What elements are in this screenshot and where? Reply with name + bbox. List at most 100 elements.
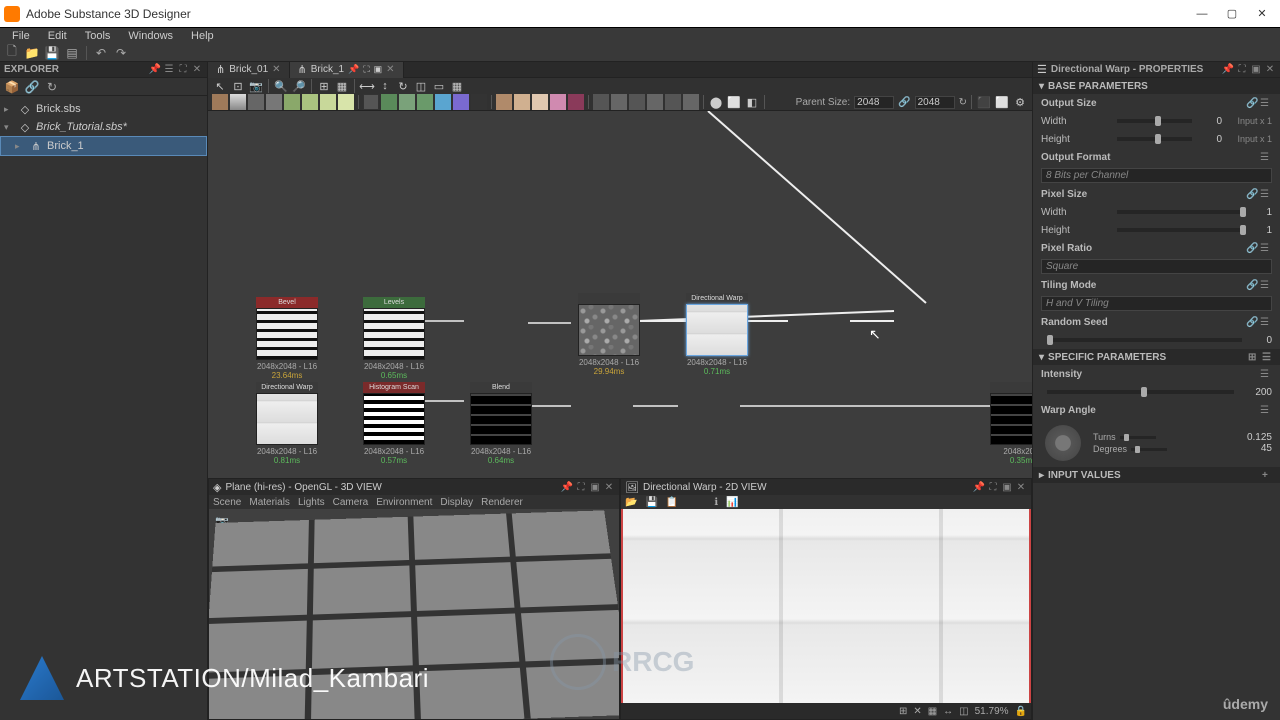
ps-height-value[interactable]: 1 [1248, 225, 1272, 236]
swatch-height-icon[interactable] [302, 94, 318, 110]
maximize-button[interactable]: ▢ [1218, 4, 1246, 24]
tree-item-tutorial-sbs[interactable]: ▾ ◇ Brick_Tutorial.sbs* [0, 118, 207, 136]
pixel-ratio-dropdown[interactable]: Square [1041, 259, 1272, 274]
menu-icon[interactable]: ☰ [1260, 188, 1272, 200]
turns-slider[interactable] [1120, 436, 1156, 439]
refresh-icon[interactable]: ↻ [44, 79, 60, 95]
width-value[interactable]: 0 [1198, 116, 1222, 127]
swatch-metallic-icon[interactable] [248, 94, 264, 110]
menu-materials[interactable]: Materials [249, 497, 290, 508]
menu-icon[interactable]: ☰ [1260, 404, 1272, 416]
swatch-grey6-icon[interactable] [683, 94, 699, 110]
menu-icon[interactable]: ☰ [1260, 97, 1272, 109]
ps-height-slider[interactable] [1117, 228, 1242, 232]
crop-icon[interactable]: ◫ [413, 78, 429, 94]
highlight-icon[interactable]: ▦ [449, 78, 465, 94]
swatch-node1-icon[interactable] [363, 94, 379, 110]
swatch-grey5-icon[interactable] [665, 94, 681, 110]
newwin-icon[interactable]: ▣ [374, 64, 383, 75]
pin-icon[interactable]: 📌 [973, 481, 985, 493]
open-icon[interactable]: 📁 [24, 45, 40, 61]
intensity-value[interactable]: 200 [1240, 387, 1272, 398]
swatch-rough-icon[interactable] [266, 94, 282, 110]
pin-icon[interactable]: 📌 [348, 64, 359, 75]
cursor-icon[interactable]: ↖ [212, 78, 228, 94]
degrees-slider[interactable] [1131, 448, 1167, 451]
fit-icon[interactable]: ↔ [943, 706, 953, 717]
save-icon[interactable]: 💾 [44, 45, 60, 61]
link-icon[interactable]: 🔗 [1246, 279, 1258, 291]
expand-icon[interactable]: ⛶ [1236, 64, 1248, 76]
input-values-header[interactable]: ▸ INPUT VALUES + [1033, 467, 1280, 483]
swatch-gray-icon[interactable] [230, 94, 246, 110]
node-bevel[interactable]: Bevel2048x2048 - L1623.64ms [256, 297, 318, 380]
split-icon[interactable]: ◫ [959, 706, 968, 717]
base-params-header[interactable]: ▾ BASE PARAMETERS [1033, 78, 1280, 94]
swatch-node7-icon[interactable] [471, 94, 487, 110]
viewer3d-canvas[interactable]: 📷 💡 [209, 509, 619, 719]
redo-icon[interactable]: ↷ [113, 45, 129, 61]
undo-icon[interactable]: ↶ [93, 45, 109, 61]
save-icon[interactable]: 💾 [645, 497, 657, 508]
seed-value[interactable]: 0 [1248, 335, 1272, 346]
ps-width-slider[interactable] [1117, 210, 1242, 214]
arrow-icon[interactable]: ▾ [4, 122, 14, 133]
menu-icon[interactable]: ☰ [1260, 316, 1272, 328]
pin-icon[interactable]: 📌 [1222, 64, 1234, 76]
swatch-grey4-icon[interactable] [647, 94, 663, 110]
node-clouds[interactable]: 2048x2048 - L1629.94ms [578, 293, 640, 376]
list-icon[interactable]: ☰ [163, 64, 175, 76]
pin-icon[interactable]: 📌 [561, 481, 573, 493]
menu-icon[interactable]: ☰ [1260, 242, 1272, 254]
pin-icon[interactable]: 📌 [149, 64, 161, 76]
snap-icon[interactable]: ▦ [334, 78, 350, 94]
reset-icon[interactable]: ↻ [959, 97, 967, 108]
menu-file[interactable]: File [4, 30, 38, 42]
turns-value[interactable]: 0.125 [1247, 432, 1272, 443]
info3-icon[interactable]: ◧ [744, 94, 760, 110]
degrees-value[interactable]: 45 [1261, 443, 1272, 454]
grid-icon[interactable]: ⊞ [899, 706, 907, 717]
graph-view[interactable]: Bevel2048x2048 - L1623.64msLevels2048x20… [208, 111, 1032, 478]
link-icon[interactable]: 🔗 [1246, 188, 1258, 200]
swatch-node5-icon[interactable] [435, 94, 451, 110]
zoomfit-icon[interactable]: 🔍 [273, 78, 289, 94]
swatch-ao-icon[interactable] [320, 94, 336, 110]
info2-icon[interactable]: ⬜ [726, 94, 742, 110]
menu-camera[interactable]: Camera [333, 497, 369, 508]
close-button[interactable]: ✕ [1248, 4, 1276, 24]
swatch-node4-icon[interactable] [417, 94, 433, 110]
copy-icon[interactable]: 📋 [666, 497, 678, 508]
node-dirwarp2[interactable]: Directional Warp2048x2048 - L160.81ms [256, 382, 318, 465]
swatch-curv-icon[interactable] [338, 94, 354, 110]
close-icon[interactable]: ✕ [272, 64, 280, 75]
swatch-node3-icon[interactable] [399, 94, 415, 110]
swatch-mat5-icon[interactable] [568, 94, 584, 110]
tab-brick01[interactable]: ⋔ Brick_01 ✕ [208, 62, 290, 78]
center-icon[interactable]: ✕ [913, 706, 921, 717]
angle-dial[interactable] [1045, 425, 1081, 461]
ruler-icon[interactable]: ▦ [928, 706, 937, 717]
node-blend[interactable]: Blend2048x2048 - L160.64ms [470, 382, 532, 465]
seed-slider[interactable] [1047, 338, 1242, 342]
box-icon[interactable]: ▭ [431, 78, 447, 94]
link-icon[interactable]: 🔗 [1246, 97, 1258, 109]
view1-icon[interactable]: ⬛ [976, 94, 992, 110]
newwin-icon[interactable]: ▣ [589, 481, 601, 493]
info-icon[interactable]: ℹ [714, 497, 718, 508]
tab-brick1[interactable]: ⋔ Brick_1 📌 ⛶ ▣ ✕ [290, 62, 404, 78]
swatch-mat2-icon[interactable] [514, 94, 530, 110]
align2-icon[interactable]: ↕ [377, 78, 393, 94]
grid-icon[interactable]: ⊞ [316, 78, 332, 94]
swatch-grey1-icon[interactable] [593, 94, 609, 110]
close-icon[interactable]: ✕ [386, 64, 394, 75]
pkg-icon[interactable]: 📦 [4, 79, 20, 95]
height-slider[interactable] [1117, 137, 1192, 141]
menu-lights[interactable]: Lights [298, 497, 325, 508]
ps-width-value[interactable]: 1 [1248, 207, 1272, 218]
swatch-normal-icon[interactable] [284, 94, 300, 110]
info1-icon[interactable]: ⬤ [708, 94, 724, 110]
width-slider[interactable] [1117, 119, 1192, 123]
swatch-node2-icon[interactable] [381, 94, 397, 110]
maximize-icon[interactable]: ⛶ [575, 481, 587, 493]
